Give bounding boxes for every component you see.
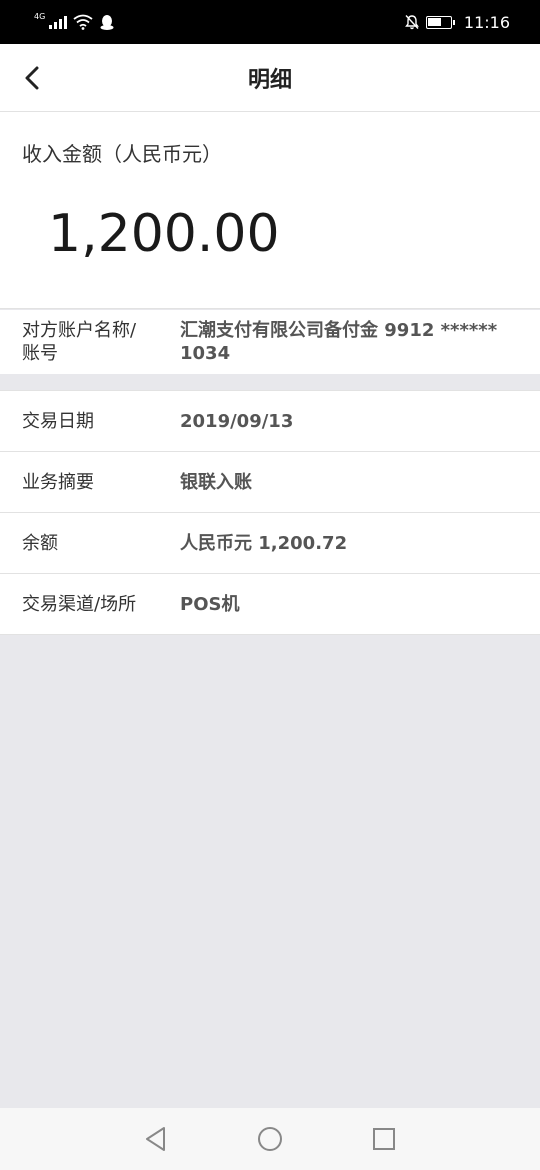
- chevron-left-icon: [25, 66, 39, 90]
- page-title: 明细: [247, 67, 292, 93]
- system-nav-bar: [0, 1108, 540, 1170]
- status-left: 4G: [34, 11, 115, 31]
- account-group: 对方账户名称/ 账号 汇潮支付有限公司备付金 9912 ****** 1034: [0, 310, 540, 374]
- circle-home-icon: [258, 1127, 282, 1151]
- system-back-button[interactable]: [142, 1125, 170, 1153]
- triangle-back-icon: [146, 1127, 165, 1151]
- nav-bar: 明细: [0, 44, 540, 112]
- detail-value: POS机: [180, 593, 240, 615]
- status-right: 11:16: [404, 13, 510, 32]
- wifi-icon: [73, 14, 93, 30]
- amount-value: 1,200.00: [48, 204, 280, 264]
- detail-value: 人民币元 1,200.72: [180, 532, 348, 554]
- status-bar: 4G 11:16: [0, 0, 540, 44]
- account-value: 汇潮支付有限公司备付金 9912 ****** 1034: [180, 320, 498, 364]
- system-recents-button[interactable]: [370, 1125, 398, 1153]
- amount-section: 收入金额（人民币元） 1,200.00: [0, 112, 540, 309]
- detail-label: 余额: [22, 532, 58, 554]
- network-type: 4G: [34, 11, 46, 21]
- detail-value: 银联入账: [180, 471, 252, 493]
- system-home-button[interactable]: [256, 1125, 284, 1153]
- detail-label: 交易渠道/场所: [22, 593, 137, 615]
- account-label: 对方账户名称/ 账号: [22, 320, 137, 364]
- detail-label: 交易日期: [22, 410, 94, 432]
- square-recents-icon: [373, 1128, 395, 1150]
- detail-row-channel: 交易渠道/场所 POS机: [0, 574, 540, 635]
- amount-label: 收入金额（人民币元）: [22, 142, 222, 166]
- status-time: 11:16: [463, 12, 510, 32]
- qq-icon: [100, 14, 114, 30]
- detail-row-summary: 业务摘要 银联入账: [0, 452, 540, 513]
- signal-icon: [49, 15, 68, 29]
- account-row: 对方账户名称/ 账号 汇潮支付有限公司备付金 9912 ****** 1034: [0, 310, 540, 374]
- bell-off-icon: [404, 15, 419, 30]
- battery-icon: [425, 15, 455, 29]
- detail-label: 业务摘要: [22, 471, 94, 493]
- detail-row-balance: 余额 人民币元 1,200.72: [0, 513, 540, 574]
- back-button[interactable]: [14, 60, 50, 96]
- detail-value: 2019/09/13: [180, 410, 294, 432]
- detail-row-date: 交易日期 2019/09/13: [0, 391, 540, 452]
- details-group: 交易日期 2019/09/13 业务摘要 银联入账 余额 人民币元 1,200.…: [0, 390, 540, 635]
